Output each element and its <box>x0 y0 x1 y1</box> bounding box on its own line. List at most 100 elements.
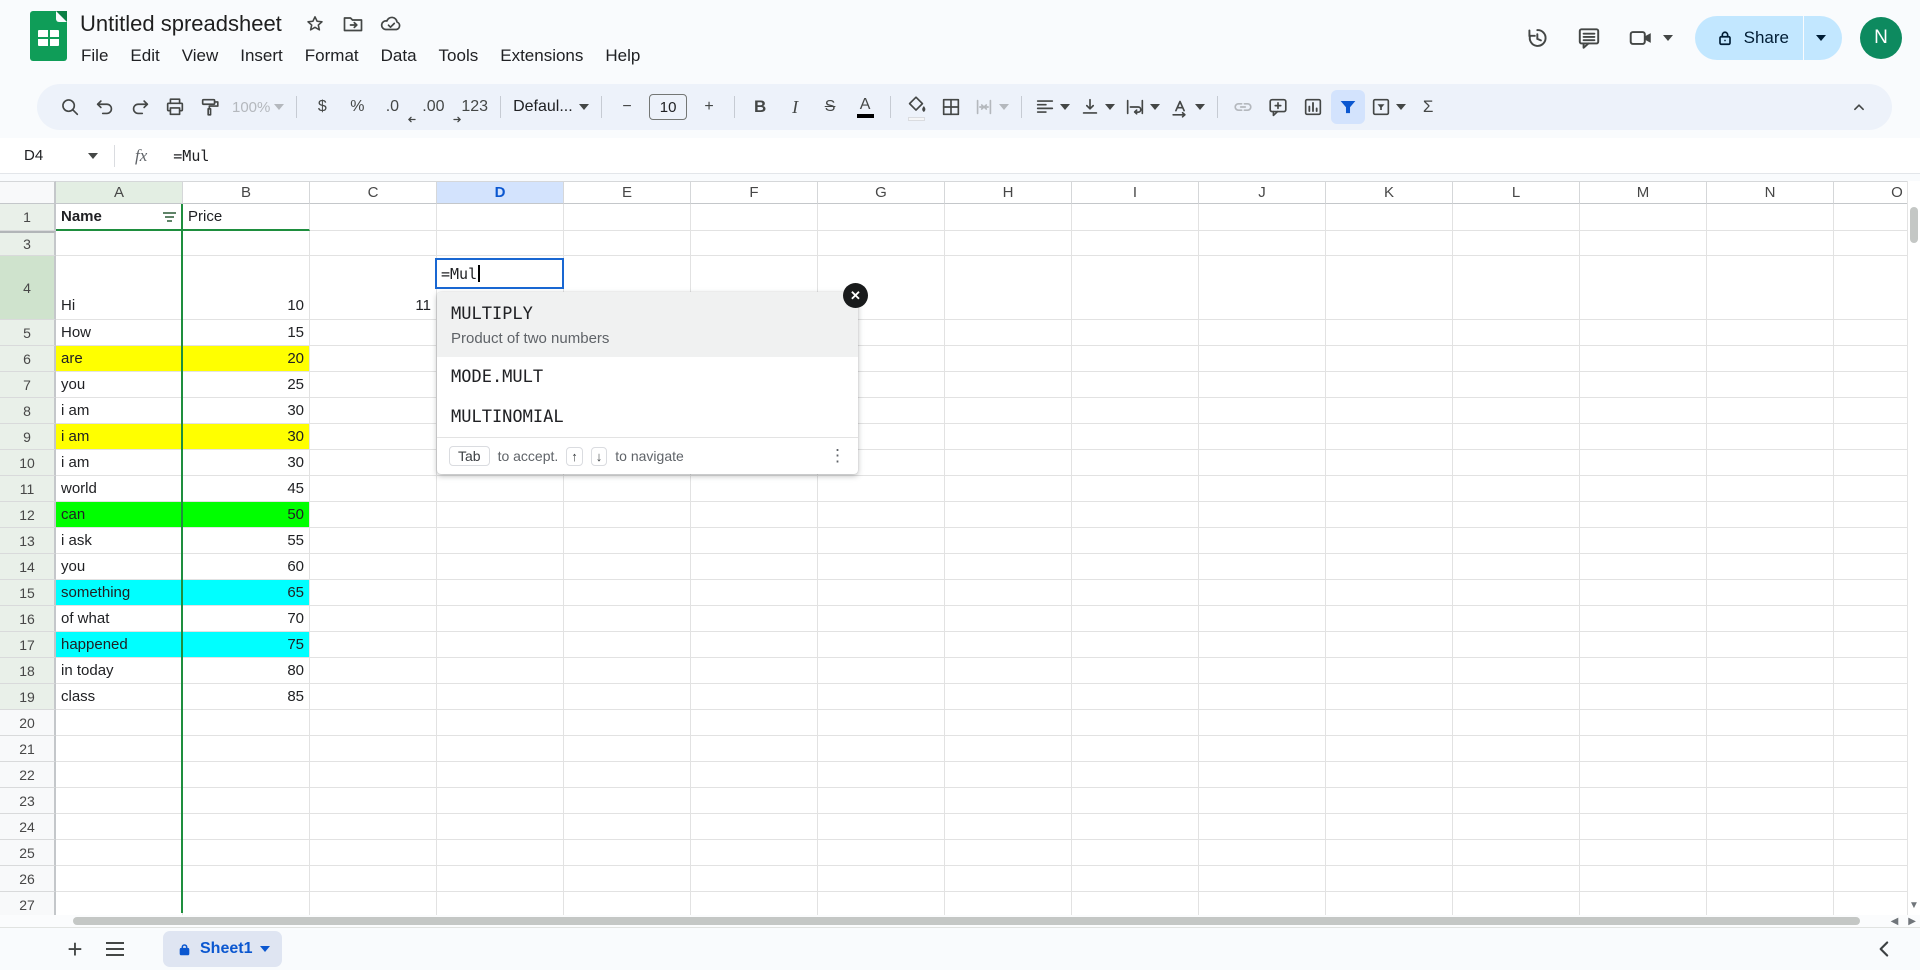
cell-D19[interactable] <box>437 684 564 710</box>
avatar[interactable]: N <box>1860 17 1902 59</box>
row-header-15[interactable]: 15 <box>0 580 56 606</box>
column-header-i[interactable]: I <box>1072 181 1199 204</box>
cell-L16[interactable] <box>1453 606 1580 632</box>
cell-B10[interactable]: 30 <box>183 450 310 476</box>
cell-A12[interactable]: can <box>56 502 183 528</box>
text-wrap-caret[interactable] <box>1150 104 1161 110</box>
cell-K22[interactable] <box>1326 762 1453 788</box>
cell-F11[interactable] <box>691 476 818 502</box>
column-header-d[interactable]: D <box>437 181 564 204</box>
cell-F17[interactable] <box>691 632 818 658</box>
cell-B9[interactable]: 30 <box>183 424 310 450</box>
name-box-caret[interactable] <box>88 152 98 159</box>
cell-J8[interactable] <box>1199 398 1326 424</box>
cell-B25[interactable] <box>183 840 310 866</box>
document-title[interactable]: Untitled spreadsheet <box>80 11 282 37</box>
cell-D15[interactable] <box>437 580 564 606</box>
cell-J25[interactable] <box>1199 840 1326 866</box>
row-header-10[interactable]: 10 <box>0 450 56 476</box>
cell-K13[interactable] <box>1326 528 1453 554</box>
cell-O17[interactable] <box>1834 632 1907 658</box>
cell-N23[interactable] <box>1707 788 1834 814</box>
cell-D23[interactable] <box>437 788 564 814</box>
toolbar-merge-cells-icon[interactable] <box>969 90 1013 124</box>
cell-K27[interactable] <box>1326 892 1453 915</box>
sheet-tab-caret[interactable] <box>260 946 271 952</box>
cell-I26[interactable] <box>1072 866 1199 892</box>
cell-D11[interactable] <box>437 476 564 502</box>
cell-O1[interactable] <box>1834 204 1907 231</box>
cell-A15[interactable]: something <box>56 580 183 606</box>
row-header-27[interactable]: 27 <box>0 892 56 915</box>
cell-F25[interactable] <box>691 840 818 866</box>
cell-L12[interactable] <box>1453 502 1580 528</box>
menu-format[interactable]: Format <box>294 44 370 68</box>
cell-G14[interactable] <box>818 554 945 580</box>
cell-M20[interactable] <box>1580 710 1707 736</box>
cell-F14[interactable] <box>691 554 818 580</box>
menu-extensions[interactable]: Extensions <box>489 44 594 68</box>
vertical-align-caret[interactable] <box>1105 104 1116 110</box>
cell-I17[interactable] <box>1072 632 1199 658</box>
cell-D26[interactable] <box>437 866 564 892</box>
toolbar-redo-icon[interactable] <box>123 90 157 124</box>
cell-C14[interactable] <box>310 554 437 580</box>
cell-C8[interactable] <box>310 398 437 424</box>
autocomplete-menu-icon[interactable]: ⋮ <box>829 446 846 466</box>
cell-K11[interactable] <box>1326 476 1453 502</box>
cell-J20[interactable] <box>1199 710 1326 736</box>
cell-M10[interactable] <box>1580 450 1707 476</box>
cell-E3[interactable] <box>564 231 691 256</box>
cell-N18[interactable] <box>1707 658 1834 684</box>
cell-L19[interactable] <box>1453 684 1580 710</box>
cell-C3[interactable] <box>310 231 437 256</box>
font-select-caret[interactable] <box>579 104 590 110</box>
horizontal-scrollbar[interactable]: ◀ ▶ <box>0 915 1920 927</box>
cell-O21[interactable] <box>1834 736 1907 762</box>
toolbar-print-icon[interactable] <box>158 90 192 124</box>
cell-A26[interactable] <box>56 866 183 892</box>
cell-E19[interactable] <box>564 684 691 710</box>
cell-G27[interactable] <box>818 892 945 915</box>
cell-O5[interactable] <box>1834 320 1907 346</box>
cell-M17[interactable] <box>1580 632 1707 658</box>
sheet-tab-sheet1[interactable]: Sheet1 <box>163 931 283 967</box>
cell-L10[interactable] <box>1453 450 1580 476</box>
cell-C26[interactable] <box>310 866 437 892</box>
cell-O18[interactable] <box>1834 658 1907 684</box>
cell-I11[interactable] <box>1072 476 1199 502</box>
cell-D1[interactable] <box>437 204 564 231</box>
cell-D17[interactable] <box>437 632 564 658</box>
row-header-12[interactable]: 12 <box>0 502 56 528</box>
column-header-f[interactable]: F <box>691 181 818 204</box>
cell-M22[interactable] <box>1580 762 1707 788</box>
cell-A3[interactable] <box>56 231 183 256</box>
video-camera-icon[interactable] <box>1619 16 1663 60</box>
cell-E24[interactable] <box>564 814 691 840</box>
cell-O15[interactable] <box>1834 580 1907 606</box>
cell-F26[interactable] <box>691 866 818 892</box>
cell-M14[interactable] <box>1580 554 1707 580</box>
move-to-folder-icon[interactable] <box>340 11 366 37</box>
cell-F19[interactable] <box>691 684 818 710</box>
cell-D22[interactable] <box>437 762 564 788</box>
cell-K15[interactable] <box>1326 580 1453 606</box>
cell-C21[interactable] <box>310 736 437 762</box>
cell-B4[interactable]: 10 <box>183 256 310 320</box>
cell-F12[interactable] <box>691 502 818 528</box>
cell-K8[interactable] <box>1326 398 1453 424</box>
column-filter-icon[interactable] <box>163 212 176 222</box>
cell-M24[interactable] <box>1580 814 1707 840</box>
cell-C10[interactable] <box>310 450 437 476</box>
scroll-right-icon[interactable]: ▶ <box>1908 916 1916 927</box>
cell-C4[interactable]: 11 <box>310 256 437 320</box>
cell-A18[interactable]: in today <box>56 658 183 684</box>
cell-J11[interactable] <box>1199 476 1326 502</box>
toolbar-text-rotation-icon[interactable] <box>1165 90 1209 124</box>
cell-D16[interactable] <box>437 606 564 632</box>
autocomplete-close-button[interactable]: ✕ <box>843 283 868 308</box>
cell-A4[interactable]: Hi <box>56 256 183 320</box>
cell-G22[interactable] <box>818 762 945 788</box>
cell-G13[interactable] <box>818 528 945 554</box>
cell-M21[interactable] <box>1580 736 1707 762</box>
